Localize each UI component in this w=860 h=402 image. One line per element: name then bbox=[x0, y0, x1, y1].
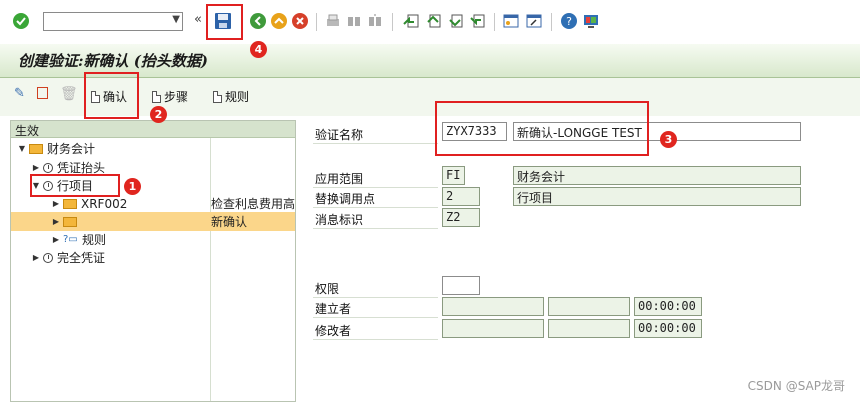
svg-text:?: ? bbox=[566, 15, 572, 28]
annotation-box-3 bbox=[435, 101, 649, 156]
last-page-icon[interactable] bbox=[468, 12, 486, 30]
changed-on-date bbox=[548, 319, 630, 338]
tree-node-rule[interactable]: ▶ ?▭ 规则 bbox=[11, 230, 295, 249]
tree-header-label: 生效 bbox=[15, 124, 40, 138]
next-page-icon[interactable] bbox=[446, 12, 464, 30]
changed-by-label: 修改者 bbox=[315, 324, 352, 338]
annotation-box-2 bbox=[84, 72, 139, 119]
folder-icon bbox=[63, 216, 77, 227]
command-field[interactable]: ▼ bbox=[43, 12, 183, 31]
application-area-text: 财务会计 bbox=[513, 166, 801, 185]
application-area-label: 应用范围 bbox=[315, 172, 364, 186]
document-icon bbox=[152, 90, 161, 103]
step-button[interactable]: 步骤 bbox=[152, 88, 188, 105]
watermark: CSDN @SAP龙哥 bbox=[747, 379, 845, 393]
back-icon[interactable] bbox=[249, 12, 267, 30]
callup-point-code[interactable]: 2 bbox=[442, 187, 480, 206]
authorization-label: 权限 bbox=[315, 282, 340, 296]
annotation-badge-2: 2 bbox=[150, 106, 167, 123]
document-icon bbox=[213, 90, 222, 103]
rule-icon: ?▭ bbox=[63, 234, 78, 245]
changed-at-time: 00:00:00 bbox=[634, 319, 702, 338]
delete-icon[interactable]: 🗑 bbox=[60, 86, 78, 102]
settings-icon[interactable] bbox=[582, 12, 600, 30]
print-icon[interactable] bbox=[324, 12, 342, 30]
created-by-label: 建立者 bbox=[315, 302, 352, 316]
check-icon[interactable] bbox=[12, 12, 30, 30]
tree-node-label: 完全凭证 bbox=[57, 251, 106, 265]
callup-point-text: 行项目 bbox=[513, 187, 801, 206]
authorization-field[interactable] bbox=[442, 276, 480, 295]
callup-point-label: 替换调用点 bbox=[315, 192, 376, 206]
tree-node-label: XRF002 bbox=[81, 196, 128, 211]
application-area-code[interactable]: FI bbox=[442, 166, 465, 185]
annotation-badge-4: 4 bbox=[250, 41, 267, 58]
message-class-label: 消息标识 bbox=[315, 213, 364, 227]
step-label: 步骤 bbox=[164, 90, 189, 104]
expand-right-icon[interactable]: ▶ bbox=[51, 217, 61, 226]
clock-icon bbox=[43, 162, 53, 173]
folder-open-icon bbox=[29, 143, 43, 154]
find-icon[interactable] bbox=[345, 12, 363, 30]
annotation-badge-1: 1 bbox=[124, 178, 141, 195]
tree-node-label: 财务会计 bbox=[47, 142, 96, 156]
tree-node-label: 规则 bbox=[82, 233, 107, 247]
page-title: 创建验证:新确认 (抬头数据) bbox=[18, 52, 208, 70]
clock-icon bbox=[43, 252, 53, 263]
chevron-down-icon[interactable]: ▼ bbox=[172, 14, 180, 25]
find-next-icon[interactable] bbox=[366, 12, 384, 30]
new-session-icon[interactable] bbox=[502, 12, 520, 30]
annotation-badge-3: 3 bbox=[660, 131, 677, 148]
created-by-user bbox=[442, 297, 544, 316]
created-on-date bbox=[548, 297, 630, 316]
message-class-field[interactable]: Z2 bbox=[442, 208, 480, 227]
edit-glasses-icon[interactable]: ✎ bbox=[14, 86, 25, 101]
rule-label: 规则 bbox=[225, 90, 250, 104]
help-icon[interactable]: ? bbox=[560, 12, 578, 30]
annotation-box-1 bbox=[30, 174, 120, 197]
folder-icon bbox=[63, 198, 77, 209]
expand-right-icon[interactable]: ▶ bbox=[31, 163, 41, 172]
rule-button[interactable]: 规则 bbox=[213, 88, 249, 105]
annotation-box-4 bbox=[206, 4, 243, 40]
collapse-icon[interactable]: « bbox=[194, 12, 202, 27]
cancel-icon[interactable] bbox=[291, 12, 309, 30]
expand-down-icon[interactable]: ▼ bbox=[17, 144, 27, 153]
exit-icon[interactable] bbox=[270, 12, 288, 30]
expand-right-icon[interactable]: ▶ bbox=[51, 199, 61, 208]
prev-page-icon[interactable] bbox=[424, 12, 442, 30]
created-at-time: 00:00:00 bbox=[634, 297, 702, 316]
shortcut-icon[interactable] bbox=[525, 12, 543, 30]
tree-node-description: 检查利息费用高 bbox=[211, 197, 296, 211]
validation-name-label: 验证名称 bbox=[315, 128, 364, 142]
tree-node-description: 新确认 bbox=[211, 215, 248, 229]
first-page-icon[interactable] bbox=[402, 12, 420, 30]
expand-right-icon[interactable]: ▶ bbox=[31, 253, 41, 262]
expand-right-icon[interactable]: ▶ bbox=[51, 235, 61, 244]
changed-by-user bbox=[442, 319, 544, 338]
tree-node-new-validation[interactable]: ▶ 新确认 bbox=[11, 212, 295, 231]
tree-node-financial-accounting[interactable]: ▼ 财务会计 bbox=[11, 139, 295, 158]
copy-icon[interactable] bbox=[37, 87, 48, 99]
tree-header: 生效 bbox=[11, 121, 295, 138]
tree-node-full-document[interactable]: ▶ 完全凭证 bbox=[11, 248, 295, 267]
